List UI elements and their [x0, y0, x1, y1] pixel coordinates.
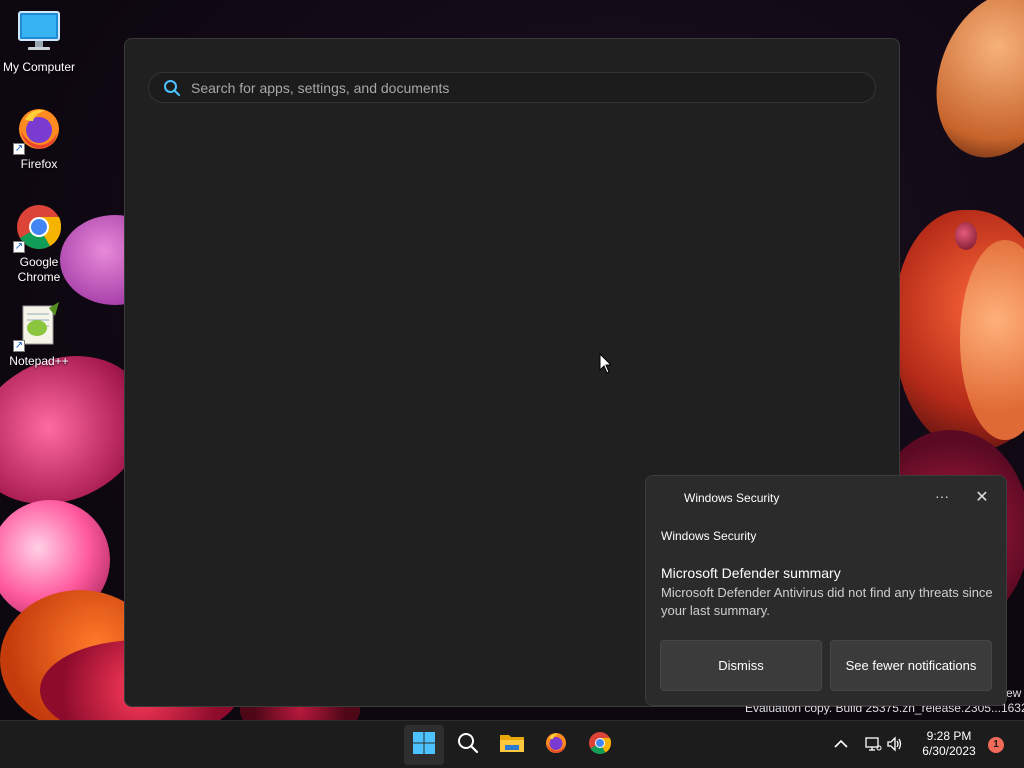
- taskbar: 9:28 PM 6/30/2023 1: [0, 720, 1024, 768]
- monitor-icon: [15, 8, 63, 56]
- windows-logo-icon: [412, 731, 436, 760]
- toast-title: Microsoft Defender summary: [661, 565, 841, 581]
- desktop-icon-label: Notepad++: [9, 354, 69, 368]
- toast-app-name: Windows Security: [684, 491, 780, 505]
- chrome-taskbar-button[interactable]: [580, 725, 620, 765]
- search-input[interactable]: [191, 79, 875, 96]
- desktop-icon-label: My Computer: [2, 60, 76, 74]
- chrome-icon: ↗: [13, 203, 63, 253]
- system-clock[interactable]: 9:28 PM 6/30/2023: [910, 729, 988, 759]
- shortcut-arrow-icon: ↗: [13, 241, 25, 253]
- toast-body: Microsoft Defender Antivirus did not fin…: [661, 585, 993, 618]
- mouse-cursor-icon: [599, 352, 613, 375]
- watermark-text: ew: [1006, 686, 1022, 700]
- desktop-icon-label: Firefox: [20, 157, 58, 171]
- dismiss-button[interactable]: Dismiss: [660, 640, 822, 691]
- notification-count-badge[interactable]: 1: [988, 737, 1004, 753]
- firefox-taskbar-button[interactable]: [536, 725, 576, 765]
- clock-time: 9:28 PM: [926, 729, 972, 743]
- network-icon[interactable]: [864, 735, 882, 753]
- more-options-button[interactable]: ···: [932, 488, 952, 508]
- desktop-icon-google-chrome[interactable]: ↗ Google Chrome: [0, 203, 78, 285]
- search-box[interactable]: [148, 72, 876, 103]
- desktop-icon-firefox[interactable]: ↗ Firefox: [0, 105, 78, 172]
- taskbar-search-button[interactable]: [448, 725, 488, 765]
- file-explorer-button[interactable]: [492, 725, 532, 765]
- desktop-icon-label: Google Chrome: [17, 255, 61, 284]
- firefox-icon: ↗: [13, 105, 63, 155]
- folder-icon: [499, 731, 525, 760]
- firefox-icon: [544, 731, 568, 760]
- show-hidden-icons-chevron-up-icon[interactable]: [832, 735, 850, 753]
- notification-toast[interactable]: Windows Security ··· ✕ Windows Security …: [645, 475, 1007, 706]
- shortcut-arrow-icon: ↗: [13, 340, 25, 352]
- shortcut-arrow-icon: ↗: [13, 143, 25, 155]
- search-icon: [456, 731, 480, 760]
- start-button[interactable]: [404, 725, 444, 765]
- notepad-plus-plus-icon: ↗: [13, 302, 63, 352]
- chrome-icon: [588, 731, 612, 760]
- volume-icon[interactable]: [886, 735, 904, 753]
- toast-source: Windows Security: [661, 529, 757, 543]
- see-fewer-notifications-button[interactable]: See fewer notifications: [830, 640, 992, 691]
- desktop-icon-my-computer[interactable]: My Computer: [0, 8, 78, 75]
- search-icon: [163, 79, 181, 97]
- close-icon[interactable]: ✕: [972, 488, 992, 508]
- clock-date: 6/30/2023: [922, 744, 976, 758]
- desktop-icon-notepad-plus-plus[interactable]: ↗ Notepad++: [0, 302, 78, 369]
